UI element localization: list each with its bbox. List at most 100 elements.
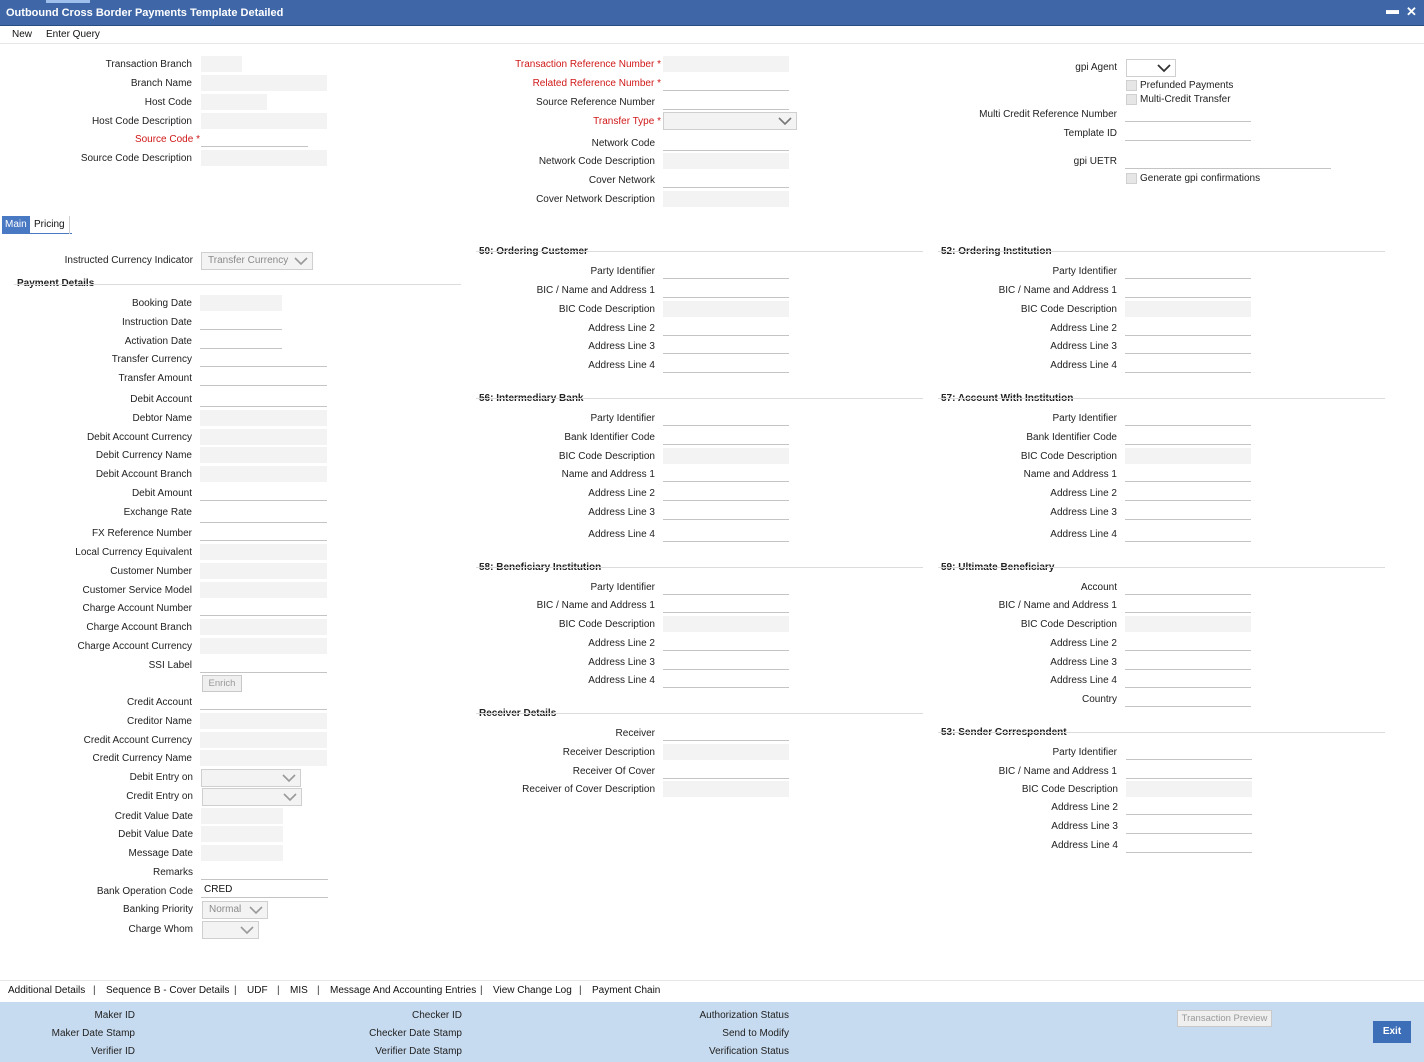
bi-address-line-3-field[interactable] <box>663 654 789 670</box>
booking-date-field[interactable] <box>200 295 282 311</box>
receiver-field[interactable] <box>663 725 789 741</box>
sc-address-line-3-field[interactable] <box>1126 818 1252 834</box>
debit-amount-field[interactable] <box>200 485 327 501</box>
transaction-preview-button[interactable]: Transaction Preview <box>1177 1010 1272 1027</box>
link-additional-details[interactable]: Additional Details <box>8 985 85 996</box>
ib-address-line-4-field[interactable] <box>663 526 789 542</box>
tab-main[interactable]: Main <box>2 216 30 234</box>
link-udf[interactable]: UDF <box>247 985 268 996</box>
debtor-name-field[interactable] <box>200 410 327 426</box>
minimize-icon[interactable]: ▬ <box>1386 3 1399 17</box>
awi-address-line-2-field[interactable] <box>1125 485 1251 501</box>
cover-network-description-field[interactable] <box>663 191 789 207</box>
debit-account-branch-field[interactable] <box>200 466 327 482</box>
cover-network-field[interactable] <box>663 172 789 188</box>
gpi-uetr-field[interactable] <box>1125 153 1331 169</box>
oc-bic-name-address1-field[interactable] <box>663 282 789 298</box>
oi-address-line-2-field[interactable] <box>1125 320 1251 336</box>
host-code-description-field[interactable] <box>201 113 327 129</box>
local-currency-equivalent-field[interactable] <box>200 544 327 560</box>
debit-value-date-field[interactable] <box>201 826 283 842</box>
ub-bic-name-address1-field[interactable] <box>1125 597 1251 613</box>
oi-address-line-4-field[interactable] <box>1125 357 1251 373</box>
link-sequence-b-cover-details[interactable]: Sequence B - Cover Details <box>106 985 229 996</box>
debit-currency-name-field[interactable] <box>200 447 327 463</box>
awi-bic-code-description-field[interactable] <box>1125 448 1251 464</box>
multi-credit-reference-number-field[interactable] <box>1125 106 1251 122</box>
fx-reference-number-field[interactable] <box>200 525 327 541</box>
charge-account-branch-field[interactable] <box>200 619 327 635</box>
instruction-date-field[interactable] <box>200 314 282 330</box>
ub-address-line-4-field[interactable] <box>1125 672 1251 688</box>
template-id-field[interactable] <box>1125 125 1251 141</box>
oc-address-line-2-field[interactable] <box>663 320 789 336</box>
oi-bic-code-description-field[interactable] <box>1125 301 1251 317</box>
exchange-rate-field[interactable] <box>200 507 327 523</box>
credit-entry-on-select[interactable] <box>202 788 302 806</box>
oc-party-identifier-field[interactable] <box>663 263 789 279</box>
bi-bic-name-address1-field[interactable] <box>663 597 789 613</box>
ub-bic-code-description-field[interactable] <box>1125 616 1251 632</box>
menu-new[interactable]: New <box>12 29 32 40</box>
ub-address-line-3-field[interactable] <box>1125 654 1251 670</box>
creditor-name-field[interactable] <box>200 713 327 729</box>
prefunded-payments-checkbox[interactable] <box>1126 80 1137 91</box>
credit-currency-name-field[interactable] <box>200 750 327 766</box>
sc-party-identifier-field[interactable] <box>1126 744 1252 760</box>
awi-name-and-address-1-field[interactable] <box>1125 466 1251 482</box>
awi-party-identifier-field[interactable] <box>1125 410 1251 426</box>
credit-value-date-field[interactable] <box>201 808 283 824</box>
message-date-field[interactable] <box>201 845 283 861</box>
menu-enter-query[interactable]: Enter Query <box>46 29 100 40</box>
link-message-accounting-entries[interactable]: Message And Accounting Entries <box>330 985 476 996</box>
customer-number-field[interactable] <box>200 563 327 579</box>
transfer-type-select[interactable] <box>663 112 797 130</box>
multi-credit-transfer-checkbox[interactable] <box>1126 94 1137 105</box>
host-code-field[interactable] <box>201 94 267 110</box>
ib-address-line-2-field[interactable] <box>663 485 789 501</box>
enrich-button[interactable]: Enrich <box>202 675 242 692</box>
link-mis[interactable]: MIS <box>290 985 308 996</box>
network-code-description-field[interactable] <box>663 153 789 169</box>
ub-country-field[interactable] <box>1125 691 1251 707</box>
bi-party-identifier-field[interactable] <box>663 579 789 595</box>
sc-bic-code-description-field[interactable] <box>1126 781 1252 797</box>
network-code-field[interactable] <box>663 135 789 151</box>
charge-whom-select[interactable] <box>202 921 259 939</box>
ub-address-line-2-field[interactable] <box>1125 635 1251 651</box>
generate-gpi-confirmations-checkbox[interactable] <box>1126 173 1137 184</box>
sc-address-line-4-field[interactable] <box>1126 837 1252 853</box>
transfer-currency-field[interactable] <box>200 351 327 367</box>
oc-address-line-3-field[interactable] <box>663 338 789 354</box>
customer-service-model-field[interactable] <box>200 582 327 598</box>
ib-party-identifier-field[interactable] <box>663 410 789 426</box>
bi-address-line-4-field[interactable] <box>663 672 789 688</box>
ib-name-and-address-1-field[interactable] <box>663 466 789 482</box>
tab-pricing[interactable]: Pricing <box>31 216 68 234</box>
awi-bank-identifier-code-field[interactable] <box>1125 429 1251 445</box>
charge-account-number-field[interactable] <box>200 600 327 616</box>
instructed-currency-indicator-select[interactable]: Transfer Currency <box>201 252 313 270</box>
receiver-of-cover-field[interactable] <box>663 763 789 779</box>
banking-priority-select[interactable]: Normal <box>202 901 268 919</box>
oi-address-line-3-field[interactable] <box>1125 338 1251 354</box>
credit-account-currency-field[interactable] <box>200 732 327 748</box>
debit-account-currency-field[interactable] <box>200 429 327 445</box>
ib-bic-code-description-field[interactable] <box>663 448 789 464</box>
source-reference-number-field[interactable] <box>663 94 789 110</box>
close-icon[interactable]: ✕ <box>1406 5 1417 19</box>
debit-entry-on-select[interactable] <box>201 769 301 787</box>
bank-operation-code-field[interactable]: CRED <box>201 882 328 898</box>
related-reference-number-field[interactable] <box>663 75 789 91</box>
link-payment-chain[interactable]: Payment Chain <box>592 985 660 996</box>
transfer-amount-field[interactable] <box>200 370 327 386</box>
oc-address-line-4-field[interactable] <box>663 357 789 373</box>
ssi-label-field[interactable] <box>200 657 327 673</box>
branch-name-field[interactable] <box>201 75 327 91</box>
ib-bank-identifier-code-field[interactable] <box>663 429 789 445</box>
source-code-description-field[interactable] <box>201 150 327 166</box>
receiver-of-cover-description-field[interactable] <box>663 781 789 797</box>
awi-address-line-3-field[interactable] <box>1125 504 1251 520</box>
activation-date-field[interactable] <box>200 333 282 349</box>
awi-address-line-4-field[interactable] <box>1125 526 1251 542</box>
